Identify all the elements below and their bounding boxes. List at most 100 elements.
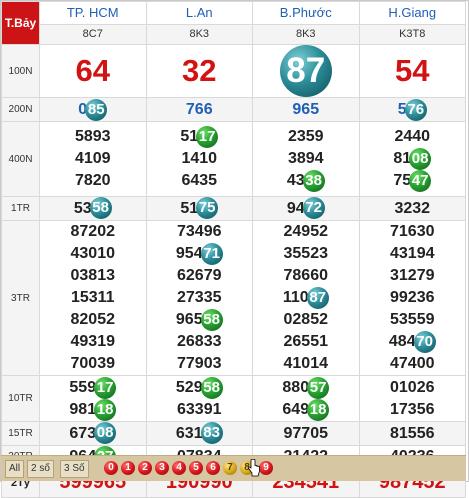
filter-2-digit-button[interactable]: 2 số [27,460,54,478]
highlight-ball-icon: 87 [279,45,332,97]
digit-filter-6[interactable]: 6 [206,461,220,475]
prize-number: 7547 [360,170,466,192]
hand-cursor-icon [247,459,260,477]
prize-number: 9472 [287,197,325,220]
prize-label-15tr: 15TR [1,421,40,446]
prize-number: 3894 [287,149,324,167]
prize-number: 17356 [390,400,435,418]
prize-number: 3232 [394,199,431,217]
ticket-code: K3T8 [358,23,466,46]
prize-number: 88057 [253,376,359,399]
prize-cell-400n: 2359 3894 4338 [252,121,360,197]
prize-number: 43194 [390,245,435,263]
digit-filter-4[interactable]: 4 [172,461,186,475]
prize-number: 53559 [390,311,435,329]
digit-filter-0[interactable]: 0 [104,461,118,475]
prize-number: 71630 [390,223,435,241]
filter-all-button[interactable]: All [5,460,25,478]
prize-number: 26551 [283,333,329,351]
highlight-ball-icon: 08 [409,147,432,170]
prize-cell-15tr: 81556 [358,421,466,446]
prize-number: 965 [292,100,320,118]
highlight-ball-icon: 18 [94,398,117,421]
prize-number: 26833 [177,333,222,351]
prize-number: 15311 [70,289,115,307]
prize-label-100n: 100N [1,44,40,98]
prize-number: 70039 [70,355,116,373]
prize-cell-1tr: 3232 [358,196,466,221]
prize-cell-200n: 965 [252,97,360,122]
prize-number: 32 [182,53,217,88]
prize-number: 96558 [147,309,253,332]
prize-cell-3tr: 71630 43194 31279 99236 53559 48470 47400 [358,219,466,377]
prize-number: 35523 [283,245,329,263]
prize-number: 87202 [70,223,116,241]
prize-cell-400n: 5893 4109 7820 [39,121,147,197]
highlight-ball-icon: 58 [200,376,223,399]
prize-cell-200n: 576 [358,97,466,122]
prize-cell-1tr: 9472 [252,196,360,221]
prize-number: 49319 [70,333,116,351]
prize-cell-3tr: 73496 95471 62679 27335 96558 26833 77903 [145,219,253,377]
highlight-ball-icon: 58 [89,197,112,220]
prize-cell-100n: 54 [358,44,466,98]
prize-cell-200n: 766 [145,97,253,122]
prize-number: 7820 [74,172,111,189]
province-name[interactable]: H.Giang [358,1,466,25]
prize-number: 02852 [283,311,329,329]
digit-filter-3[interactable]: 3 [155,461,169,475]
province-name[interactable]: L.An [145,1,253,25]
ticket-code: 8K3 [145,23,253,46]
prize-number: 48470 [360,331,466,354]
prize-number: 11087 [253,287,359,310]
prize-number: 47400 [390,355,435,373]
digit-filter-7[interactable]: 7 [223,461,237,475]
prize-number: 27335 [177,289,222,307]
prize-cell-3tr: 87202 43010 03813 15311 82052 49319 70039 [39,219,147,377]
prize-number: 77903 [177,355,222,373]
prize-cell-200n: 085 [39,97,147,122]
prize-label-10tr: 10TR [1,375,40,423]
prize-number: 5117 [147,125,253,148]
day-header: T.Bảy [1,1,40,45]
prize-cell-15tr: 97705 [252,421,360,446]
prize-cell-1tr: 5358 [39,196,147,221]
prize-number: 67308 [69,422,117,445]
prize-cell-10tr: 55917 98118 [39,375,147,423]
highlight-ball-icon: 38 [302,169,325,192]
highlight-ball-icon: 18 [307,398,330,421]
digit-filter-9[interactable]: 9 [259,461,273,475]
highlight-ball-icon: 72 [302,197,325,220]
prize-number: 085 [78,98,108,121]
ticket-code: 8C7 [39,23,147,46]
prize-number: 43010 [70,245,116,263]
lottery-results-table: T.Bảy TP. HCM L.An B.Phước H.Giang 8C7 8… [1,1,466,498]
prize-number: 5893 [74,128,111,145]
prize-label-3tr: 3TR [1,219,40,377]
digit-filter-5[interactable]: 5 [189,461,203,475]
digit-filter-2[interactable]: 2 [138,461,152,475]
prize-cell-15tr: 67308 [39,421,147,446]
province-name[interactable]: B.Phước [252,1,360,25]
prize-number: 5175 [180,197,219,220]
prize-number: 5358 [74,197,112,220]
highlight-ball-icon: 57 [307,376,330,399]
prize-number: 82052 [70,311,116,329]
highlight-ball-icon: 83 [200,422,223,445]
highlight-ball-icon: 87 [306,287,329,310]
prize-cell-10tr: 01026 17356 [358,375,466,423]
prize-cell-400n: 2440 8108 7547 [358,121,466,197]
prize-number: 78660 [283,267,329,285]
highlight-ball-icon: 17 [196,125,219,148]
prize-cell-3tr: 24952 35523 78660 11087 02852 26551 41014 [252,219,360,377]
digit-filter-1[interactable]: 1 [121,461,135,475]
highlight-ball-icon: 47 [409,170,432,192]
prize-cell-100n: 32 [145,44,253,98]
prize-number: 81556 [390,424,435,442]
province-name[interactable]: TP. HCM [39,1,147,25]
filter-3-digit-button[interactable]: 3 Số [60,460,89,478]
prize-number: 98118 [40,398,146,421]
prize-label-200n: 200N [1,97,40,122]
prize-number: 63391 [177,401,222,419]
prize-number: 2359 [287,127,324,145]
